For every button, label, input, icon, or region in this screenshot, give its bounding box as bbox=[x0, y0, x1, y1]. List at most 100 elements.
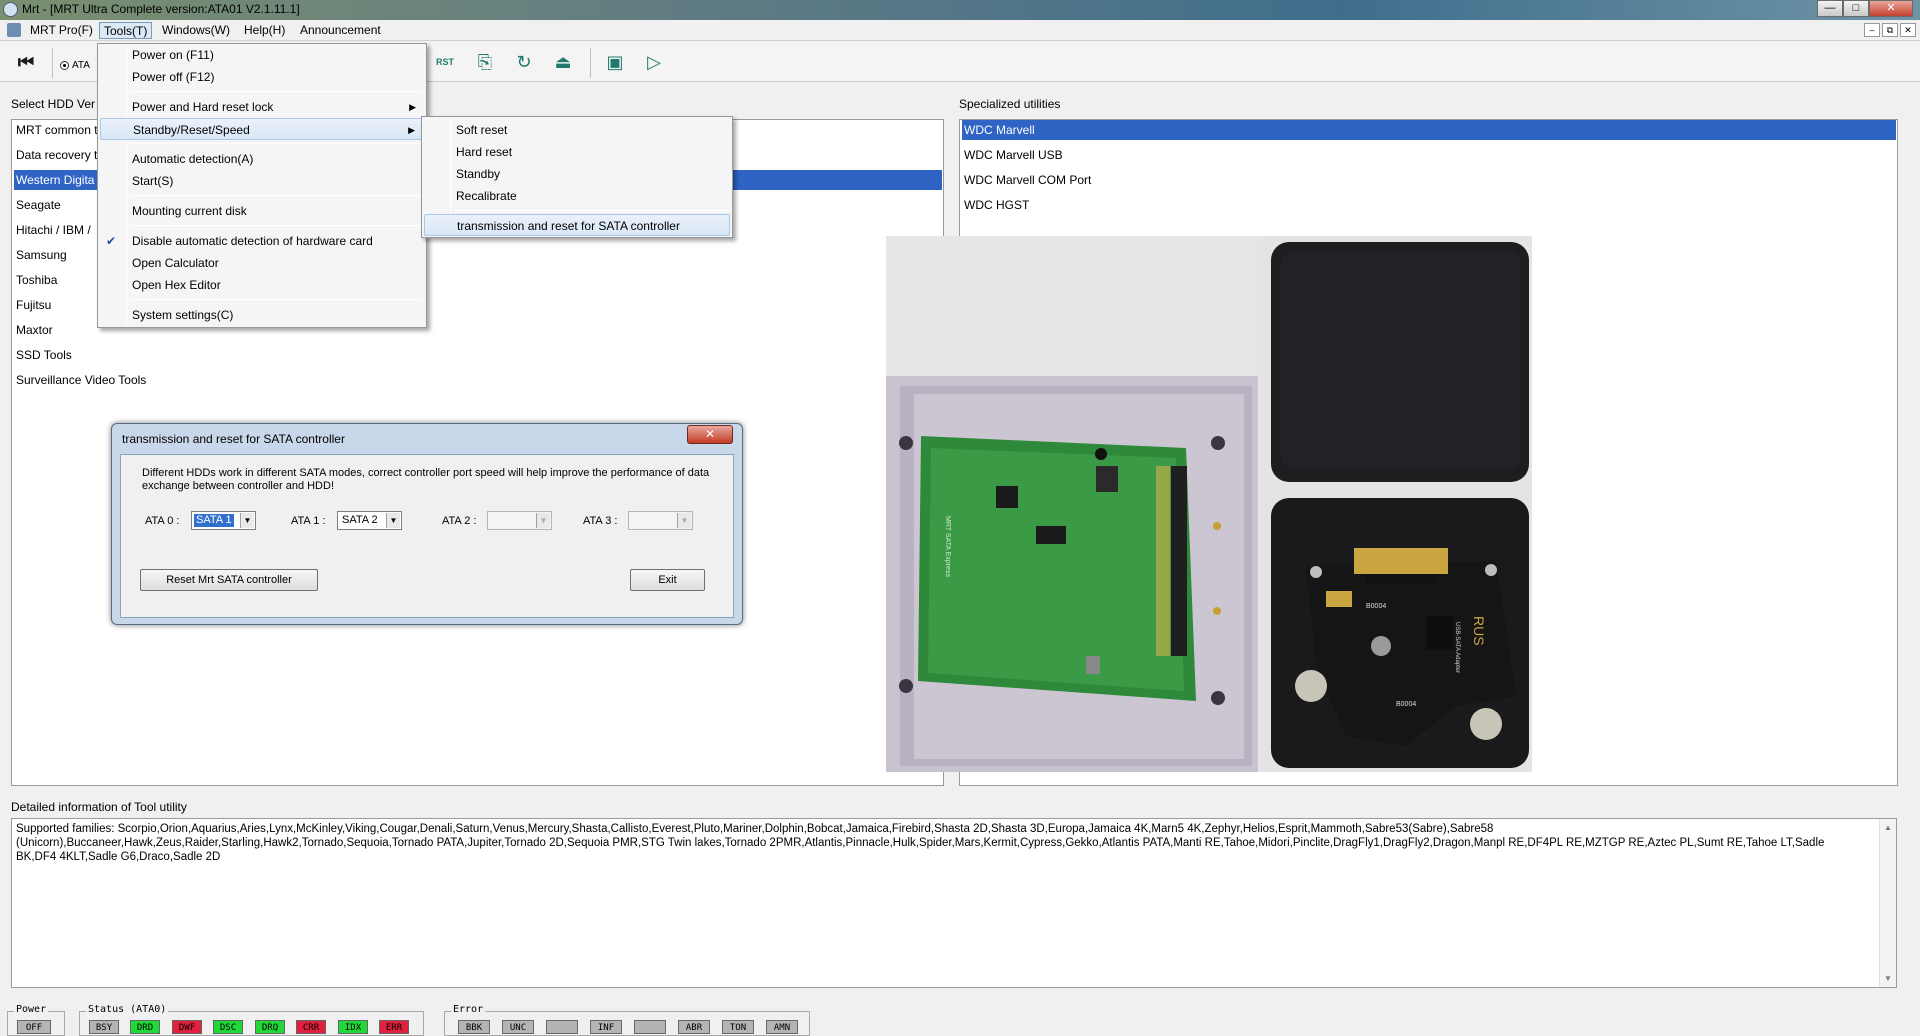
ata1-speed-select[interactable]: SATA 2 ▼ bbox=[337, 511, 402, 530]
list-item[interactable]: WDC HGST bbox=[962, 195, 1029, 215]
status-indicator-dwf: DWF bbox=[172, 1020, 202, 1034]
ata3-speed-value bbox=[631, 514, 635, 527]
list-item[interactable]: Samsung bbox=[14, 245, 67, 265]
menu-item-sata-controller[interactable]: transmission and reset for SATA controll… bbox=[424, 214, 730, 236]
menu-item-standby-reset-speed[interactable]: Standby/Reset/Speed ▶ bbox=[100, 118, 424, 140]
ata0-label: ATA 0 : bbox=[145, 515, 180, 527]
menu-item-power-reset-lock[interactable]: Power and Hard reset lock ▶ bbox=[100, 96, 424, 118]
toolbar-separator bbox=[590, 48, 591, 78]
menu-tools[interactable]: Tools(T) bbox=[99, 22, 153, 39]
ata1-speed-value: SATA 2 bbox=[342, 514, 378, 526]
scroll-down-icon[interactable]: ▼ bbox=[1884, 974, 1892, 983]
menu-item-label: Hard reset bbox=[456, 145, 513, 159]
refresh-icon[interactable]: ↻ bbox=[512, 50, 536, 74]
mdi-controls: – ⧉ ✕ bbox=[1864, 23, 1916, 37]
error-indicator-amn: AMN bbox=[766, 1020, 798, 1034]
export-icon[interactable]: ▷ bbox=[642, 50, 666, 74]
menu-separator bbox=[130, 195, 422, 196]
menu-separator bbox=[130, 91, 422, 92]
status-indicator-idx: IDX bbox=[338, 1020, 368, 1034]
minimize-button[interactable]: — bbox=[1817, 0, 1843, 17]
menu-windows[interactable]: Windows(W) bbox=[158, 22, 234, 39]
menu-item-open-hex-editor[interactable]: Open Hex Editor bbox=[100, 274, 424, 296]
scroll-up-icon[interactable]: ▲ bbox=[1884, 823, 1892, 832]
list-item[interactable]: Fujitsu bbox=[14, 295, 51, 315]
board-label-text: USB-SATA Adapter bbox=[1454, 622, 1460, 673]
list-item[interactable]: Data recovery t bbox=[14, 145, 97, 165]
list-item[interactable]: Surveillance Video Tools bbox=[14, 370, 146, 390]
menu-item-label: Power and Hard reset lock bbox=[132, 100, 274, 114]
list-item[interactable]: WDC Marvell USB bbox=[962, 145, 1063, 165]
sata-controller-dialog: transmission and reset for SATA controll… bbox=[111, 423, 743, 625]
back-icon[interactable]: ⏮ bbox=[14, 50, 38, 74]
menu-help[interactable]: Help(H) bbox=[240, 22, 289, 39]
menu-item-auto-detection[interactable]: Automatic detection(A) bbox=[100, 148, 424, 170]
rst-icon[interactable]: RST bbox=[433, 50, 457, 74]
ata2-speed-select[interactable]: ▼ bbox=[487, 511, 552, 530]
menu-item-mount-disk[interactable]: Mounting current disk bbox=[100, 200, 424, 222]
list-item[interactable]: Maxtor bbox=[14, 320, 53, 340]
list-item-selected[interactable]: WDC Marvell bbox=[962, 120, 1896, 140]
menu-item-recalibrate[interactable]: Recalibrate bbox=[424, 185, 730, 207]
status-indicator-drd: DRD bbox=[130, 1020, 160, 1034]
ata3-speed-select[interactable]: ▼ bbox=[628, 511, 693, 530]
menu-item-power-off[interactable]: Power off (F12) bbox=[100, 66, 424, 88]
error-indicator-ton: TON bbox=[722, 1020, 754, 1034]
ata2-label: ATA 2 : bbox=[442, 515, 477, 527]
menu-item-label: Automatic detection(A) bbox=[132, 152, 254, 166]
chevron-down-icon: ▼ bbox=[536, 513, 550, 528]
tools-menu: Power on (F11) Power off (F12) Power and… bbox=[97, 43, 427, 328]
document-icon bbox=[7, 23, 21, 37]
menu-item-label: Recalibrate bbox=[456, 189, 517, 203]
ata1-label: ATA 1 : bbox=[291, 515, 326, 527]
error-indicator-inf: INF bbox=[590, 1020, 622, 1034]
menu-item-soft-reset[interactable]: Soft reset bbox=[424, 119, 730, 141]
list-item[interactable]: Seagate bbox=[14, 195, 61, 215]
mdi-restore-button[interactable]: ⧉ bbox=[1882, 23, 1898, 37]
menu-item-hard-reset[interactable]: Hard reset bbox=[424, 141, 730, 163]
error-indicator-bbk: BBK bbox=[458, 1020, 490, 1034]
chip-icon[interactable]: ▣ bbox=[603, 50, 627, 74]
check-icon: ✔ bbox=[106, 234, 117, 248]
board-chip-code-2: B0004 bbox=[1396, 701, 1416, 708]
menu-item-disable-auto-detect[interactable]: ✔ Disable automatic detection of hardware… bbox=[100, 230, 424, 252]
list-item[interactable]: Toshiba bbox=[14, 270, 57, 290]
menu-item-label: Open Hex Editor bbox=[132, 278, 221, 292]
board-chip-code: B0004 bbox=[1366, 603, 1386, 610]
ata2-speed-value bbox=[490, 514, 494, 527]
menu-separator bbox=[130, 299, 422, 300]
menu-item-standby[interactable]: Standby bbox=[424, 163, 730, 185]
list-item[interactable]: Hitachi / IBM / bbox=[14, 220, 91, 240]
maximize-button[interactable]: □ bbox=[1843, 0, 1869, 17]
status-indicator-drq: DRQ bbox=[255, 1020, 285, 1034]
ata3-label: ATA 3 : bbox=[583, 515, 618, 527]
title-bar: Mrt - [MRT Ultra Complete version:ATA01 … bbox=[0, 0, 1920, 20]
card-icon[interactable]: ⎘ bbox=[473, 50, 497, 74]
list-item[interactable]: WDC Marvell COM Port bbox=[962, 170, 1091, 190]
mdi-minimize-button[interactable]: – bbox=[1864, 23, 1880, 37]
power-group: Power OFF bbox=[7, 1004, 65, 1036]
menu-item-label: Disable automatic detection of hardware … bbox=[132, 234, 373, 248]
status-group: Status (ATA0) BSY DRD DWF DSC DRQ CRR ID… bbox=[79, 1004, 424, 1036]
menu-item-power-on[interactable]: Power on (F11) bbox=[100, 44, 424, 66]
exit-button[interactable]: Exit bbox=[630, 569, 705, 591]
eject-icon[interactable]: ⏏ bbox=[551, 50, 575, 74]
status-indicator-bsy: BSY bbox=[89, 1020, 119, 1034]
close-button[interactable]: ✕ bbox=[1869, 0, 1913, 17]
menu-mrt-pro[interactable]: MRT Pro(F) bbox=[26, 22, 97, 39]
menu-bar: MRT Pro(F) Tools(T) Windows(W) Help(H) A… bbox=[0, 20, 1920, 41]
ata0-speed-select[interactable]: SATA 1 ▼ bbox=[191, 511, 256, 530]
menu-announcement[interactable]: Announcement bbox=[296, 22, 385, 39]
vertical-scrollbar[interactable]: ▲ ▼ bbox=[1879, 819, 1896, 987]
menu-item-open-calculator[interactable]: Open Calculator bbox=[100, 252, 424, 274]
mdi-close-button[interactable]: ✕ bbox=[1900, 23, 1916, 37]
menu-item-system-settings[interactable]: System settings(C) bbox=[100, 304, 424, 326]
list-item[interactable]: SSD Tools bbox=[14, 345, 72, 365]
ata-radio[interactable] bbox=[60, 61, 69, 70]
list-item[interactable]: MRT common t bbox=[14, 120, 98, 140]
menu-separator bbox=[130, 225, 422, 226]
menu-item-start[interactable]: Start(S) bbox=[100, 170, 424, 192]
detail-textbox[interactable]: Supported families: Scorpio,Orion,Aquari… bbox=[11, 818, 1897, 988]
reset-sata-controller-button[interactable]: Reset Mrt SATA controller bbox=[140, 569, 318, 591]
dialog-close-button[interactable]: ✕ bbox=[687, 425, 733, 444]
